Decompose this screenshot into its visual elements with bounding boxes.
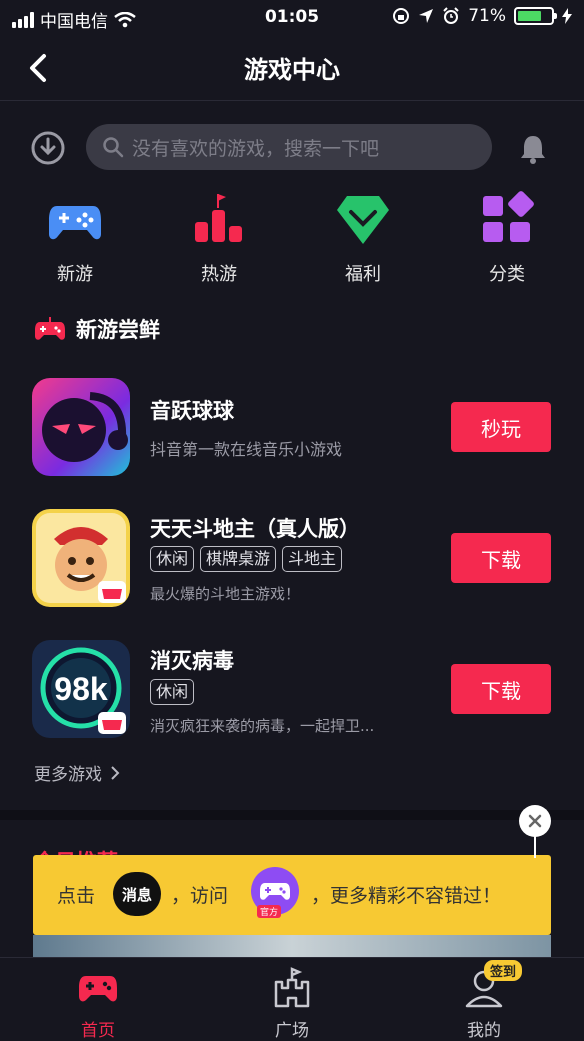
game-desc: 最火爆的斗地主游戏！ bbox=[150, 585, 301, 603]
game-desc: 消灭疯狂来袭的病毒，一起捍卫... bbox=[150, 717, 375, 735]
ball-character-icon bbox=[32, 378, 130, 476]
play-now-button[interactable]: 秒玩 bbox=[451, 402, 551, 452]
more-games-link[interactable]: 更多游戏 bbox=[34, 760, 120, 785]
grid-squares-icon bbox=[483, 191, 534, 242]
page-title: 游戏中心 bbox=[244, 56, 340, 84]
banner-text-1: 点击 bbox=[57, 885, 96, 907]
tag: 休闲 bbox=[150, 546, 195, 572]
close-icon bbox=[528, 814, 542, 828]
tab-label: 我的 bbox=[467, 1021, 501, 1041]
gamepad-icon bbox=[49, 206, 101, 240]
search-placeholder: 没有喜欢的游戏，搜索一下吧 bbox=[132, 137, 380, 160]
message-pill: 消息 bbox=[113, 872, 161, 916]
game-title: 音跃球球 bbox=[150, 399, 234, 423]
official-tag: 官方 bbox=[257, 905, 282, 918]
battery-icon bbox=[514, 7, 557, 25]
status-bar: 中国电信 01:05 71% bbox=[0, 0, 584, 36]
castle-flag-icon bbox=[274, 967, 310, 1008]
rotation-lock-icon bbox=[393, 8, 410, 24]
close-connector bbox=[534, 836, 536, 858]
category-welfare[interactable]: 福利 bbox=[308, 190, 418, 286]
section-title: 新游尝鲜 bbox=[76, 318, 160, 342]
gamepad-icon bbox=[79, 976, 117, 1002]
category-label: 热游 bbox=[201, 264, 237, 285]
tag: 棋牌桌游 bbox=[200, 546, 277, 572]
game-title: 消灭病毒 bbox=[150, 649, 234, 673]
chart-flag-icon bbox=[195, 194, 242, 242]
category-hot-games[interactable]: 热游 bbox=[164, 190, 274, 286]
more-games-label: 更多游戏 bbox=[34, 765, 102, 785]
download-button[interactable]: 下载 bbox=[451, 664, 551, 714]
tag-list: 休闲 bbox=[150, 679, 195, 705]
battery-fill bbox=[518, 11, 541, 21]
category-label: 新游 bbox=[57, 264, 93, 285]
game-controller-icon bbox=[35, 317, 65, 340]
virus-icon-text: 98k bbox=[54, 671, 108, 707]
landlord-character-icon bbox=[32, 509, 130, 607]
game-icon-yinyue[interactable] bbox=[32, 378, 130, 476]
chevron-right-icon bbox=[111, 765, 120, 780]
banner-text-2: ，访问 bbox=[171, 885, 229, 907]
download-icon[interactable] bbox=[30, 130, 66, 166]
category-new-games[interactable]: 新游 bbox=[20, 190, 130, 286]
search-input[interactable]: 没有喜欢的游戏，搜索一下吧 bbox=[86, 124, 492, 170]
alarm-icon bbox=[443, 7, 459, 24]
tab-label: 广场 bbox=[275, 1021, 309, 1041]
tag: 休闲 bbox=[150, 679, 195, 705]
location-icon bbox=[419, 9, 434, 23]
game-icon-doudizhu[interactable] bbox=[32, 509, 130, 607]
virus-icon: 98k bbox=[32, 640, 130, 738]
category-label: 福利 bbox=[345, 264, 381, 285]
search-icon bbox=[103, 137, 124, 158]
tab-home[interactable]: 首页 bbox=[38, 966, 158, 1041]
game-desc: 抖音第一款在线音乐小游戏 bbox=[150, 440, 343, 459]
battery-percent: 71% bbox=[468, 6, 506, 26]
category-label: 分类 bbox=[489, 264, 525, 285]
category-classify[interactable]: 分类 bbox=[452, 190, 562, 286]
tip-banner[interactable]: 点击 消息 ，访问 官方 ，更多精彩不容错过！ bbox=[33, 855, 551, 935]
tag-list: 休闲 棋牌桌游 斗地主 bbox=[150, 546, 343, 572]
status-right: 71% bbox=[392, 6, 572, 26]
recommend-image[interactable] bbox=[33, 935, 551, 957]
game-icon-virus[interactable]: 98k bbox=[32, 640, 130, 738]
tab-square[interactable]: 广场 bbox=[232, 966, 352, 1041]
section-header: 新游尝鲜 bbox=[34, 314, 160, 344]
gift-gem-icon bbox=[337, 196, 389, 244]
close-button[interactable] bbox=[519, 805, 551, 837]
section-divider bbox=[0, 810, 584, 820]
tab-mine[interactable]: 我的 bbox=[424, 966, 544, 1041]
signin-badge[interactable]: 签到 bbox=[484, 960, 523, 981]
nav-divider bbox=[0, 100, 584, 101]
game-title: 天天斗地主（真人版） bbox=[150, 517, 360, 541]
tab-label: 首页 bbox=[81, 1021, 115, 1041]
charging-icon bbox=[562, 8, 572, 24]
bell-icon[interactable] bbox=[516, 132, 550, 166]
download-button[interactable]: 下载 bbox=[451, 533, 551, 583]
tag: 斗地主 bbox=[282, 546, 343, 572]
banner-text-3: ，更多精彩不容错过！ bbox=[311, 885, 502, 907]
